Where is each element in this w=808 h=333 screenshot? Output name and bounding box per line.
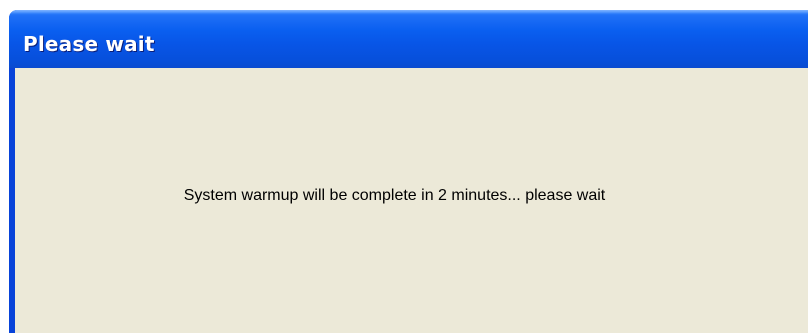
- message-row: System warmup will be complete in 2 minu…: [15, 187, 808, 205]
- please-wait-dialog: Please wait System warmup will be comple…: [9, 10, 808, 333]
- warmup-message: System warmup will be complete in 2 minu…: [183, 187, 606, 204]
- title-bar[interactable]: Please wait: [9, 10, 808, 68]
- dialog-body: System warmup will be complete in 2 minu…: [15, 68, 808, 333]
- window-title: Please wait: [23, 32, 155, 56]
